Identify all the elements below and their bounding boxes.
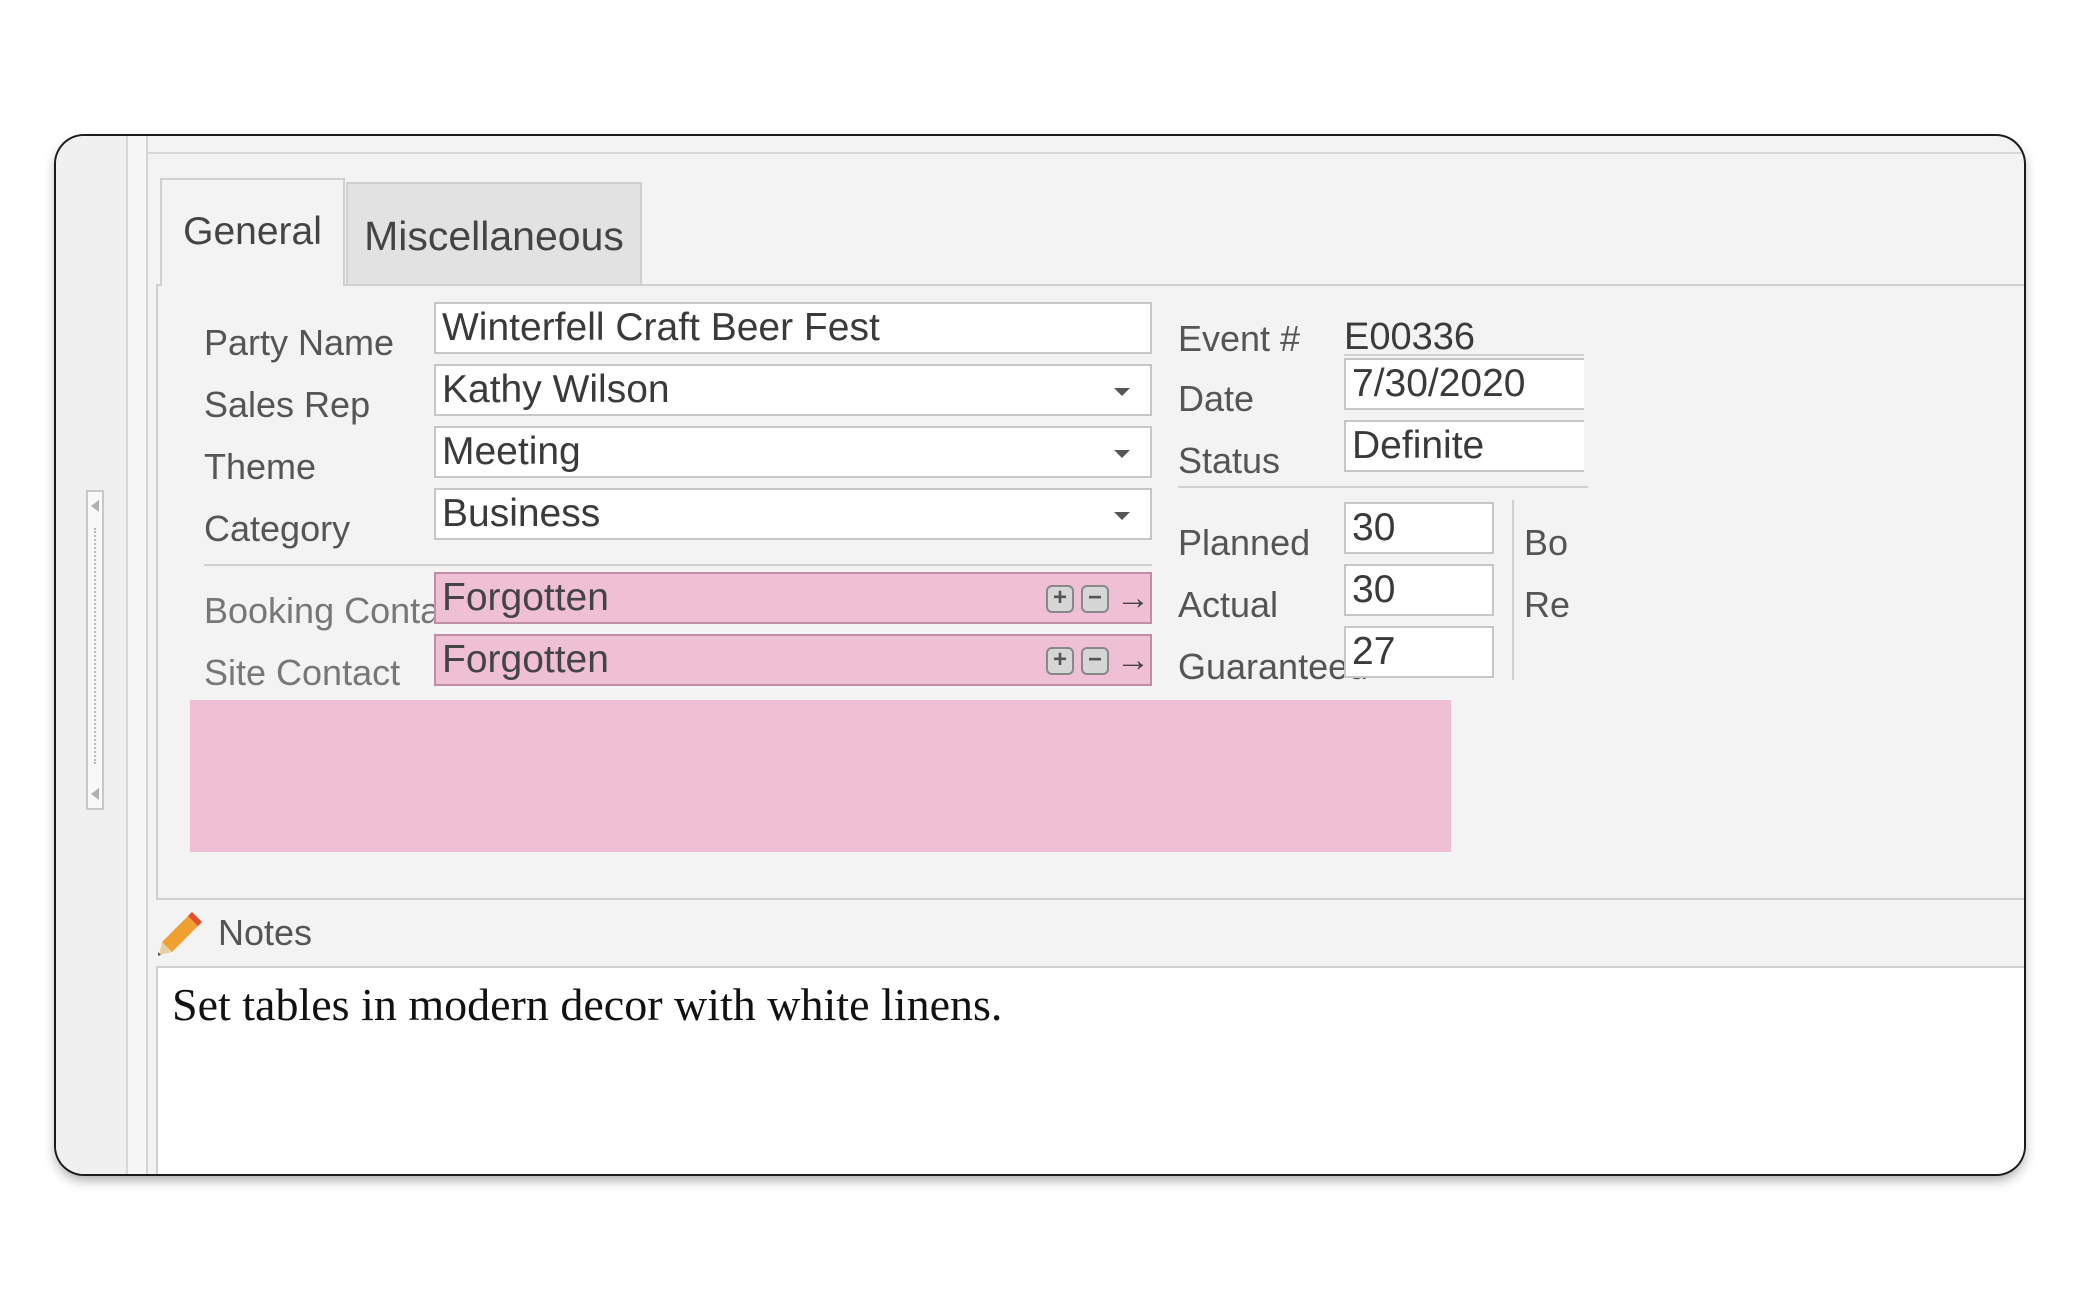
general-panel: Party Name Winterfell Craft Beer Fest Sa… [156, 284, 2024, 900]
left-sidebar [56, 136, 128, 1174]
site-contact-label: Site Contact [204, 652, 401, 693]
event-divider [1178, 486, 1588, 488]
event-number-value: E00336 [1344, 316, 1476, 358]
tab-miscellaneous[interactable]: Miscellaneous [346, 182, 642, 284]
count-divider [1512, 500, 1514, 680]
theme-select[interactable]: Meeting [434, 426, 1152, 478]
chevron-down-icon[interactable] [1114, 512, 1130, 520]
actual-input[interactable]: 30 [1344, 564, 1494, 616]
party-name-value: Winterfell Craft Beer Fest [442, 306, 880, 349]
booking-contact-value: Forgotten [442, 576, 609, 619]
site-contact-input[interactable]: Forgotten + − → [434, 634, 1152, 686]
date-input[interactable]: 7/30/2020 [1344, 358, 1584, 410]
theme-label: Theme [204, 446, 317, 487]
tab-general[interactable]: General [160, 178, 345, 286]
theme-value: Meeting [442, 430, 581, 473]
party-name-label: Party Name [204, 322, 395, 363]
left-border [128, 136, 148, 1174]
add-icon[interactable]: + [1046, 647, 1074, 675]
sales-rep-value: Kathy Wilson [442, 368, 670, 411]
notes-text: Set tables in modern decor with white li… [172, 979, 1003, 1030]
date-label: Date [1178, 378, 1255, 419]
status-select[interactable]: Definite [1344, 420, 1584, 472]
collapse-arrow-icon[interactable] [91, 788, 99, 800]
actual-value: 30 [1352, 568, 1396, 611]
planned-value: 30 [1352, 506, 1396, 549]
planned-input[interactable]: 30 [1344, 502, 1494, 554]
category-select[interactable]: Business [434, 488, 1152, 540]
notes-label: Notes [218, 912, 313, 953]
notes-textarea[interactable]: Set tables in modern decor with white li… [156, 966, 2024, 1174]
arrow-right-icon[interactable]: → [1116, 636, 1150, 684]
pencil-icon [158, 912, 202, 956]
category-label: Category [204, 508, 351, 549]
date-value: 7/30/2020 [1352, 362, 1526, 405]
remaining-label-cut: Re [1524, 584, 1571, 625]
guaranteed-value: 27 [1352, 630, 1396, 673]
booked-label-cut: Bo [1524, 522, 1569, 563]
sales-rep-label: Sales Rep [204, 384, 371, 425]
splitter-handle[interactable] [86, 490, 104, 810]
actual-label: Actual [1178, 584, 1279, 625]
contact-highlight [190, 700, 1451, 852]
add-icon[interactable]: + [1046, 585, 1074, 613]
category-value: Business [442, 492, 601, 535]
remove-icon[interactable]: − [1081, 585, 1109, 613]
guaranteed-input[interactable]: 27 [1344, 626, 1494, 678]
party-name-input[interactable]: Winterfell Craft Beer Fest [434, 302, 1152, 354]
event-window: General Miscellaneous Party Name Winterf… [56, 136, 2024, 1174]
site-contact-value: Forgotten [442, 638, 609, 681]
booking-contact-input[interactable]: Forgotten + − → [434, 572, 1152, 624]
remove-icon[interactable]: − [1081, 647, 1109, 675]
arrow-right-icon[interactable]: → [1116, 574, 1150, 622]
event-number-underline [1344, 354, 1584, 356]
collapse-arrow-icon[interactable] [91, 500, 99, 512]
chevron-down-icon[interactable] [1114, 388, 1130, 396]
event-number-label: Event # [1178, 318, 1301, 359]
guaranteed-label: Guaranteed [1178, 646, 1369, 687]
sales-rep-select[interactable]: Kathy Wilson [434, 364, 1152, 416]
grip-dots [94, 528, 96, 764]
form-divider [204, 564, 1152, 566]
top-divider [146, 152, 2024, 154]
booking-contact-label: Booking Contact [204, 590, 469, 631]
status-label: Status [1178, 440, 1281, 481]
planned-label: Planned [1178, 522, 1311, 563]
status-value: Definite [1352, 424, 1485, 467]
chevron-down-icon[interactable] [1114, 450, 1130, 458]
